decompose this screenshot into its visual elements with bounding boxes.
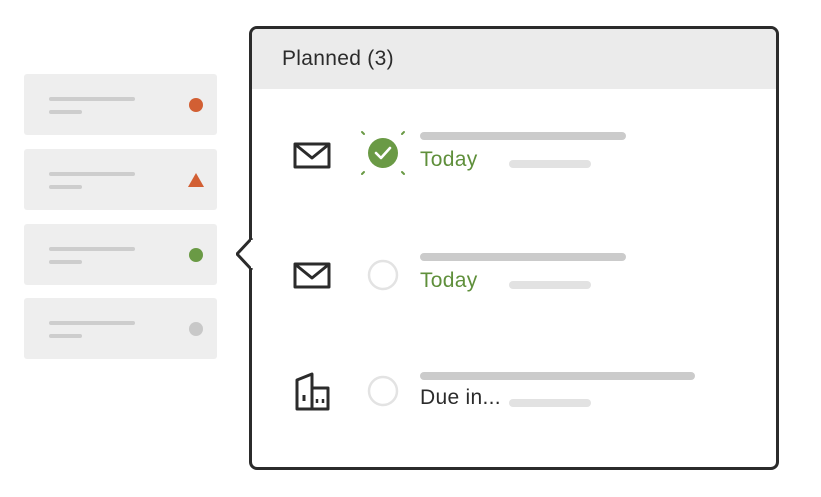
activity-detail-placeholder (509, 399, 591, 407)
placeholder-text-line (49, 172, 135, 176)
incomplete-check-icon[interactable] (353, 245, 413, 305)
no-activity-status-icon (188, 321, 204, 337)
activity-detail-placeholder (509, 281, 591, 289)
completed-check-icon[interactable] (353, 123, 413, 183)
list-card-selected[interactable] (24, 224, 217, 285)
mail-icon (293, 262, 331, 289)
activity-detail-placeholder (509, 160, 591, 168)
incomplete-check-icon[interactable] (353, 361, 413, 421)
placeholder-text-line (49, 321, 135, 325)
list-card[interactable] (24, 149, 217, 210)
planned-activities-popover: Planned (3) Today Today Due in... (249, 26, 779, 470)
warning-status-icon (188, 172, 204, 188)
planned-activities-illustration: Planned (3) Today Today Due in... (0, 0, 821, 497)
building-icon (295, 372, 330, 411)
due-date-label: Due in... (420, 386, 501, 409)
activity-row[interactable]: Today (252, 235, 776, 315)
placeholder-text-line (49, 97, 135, 101)
placeholder-text-line (49, 185, 82, 189)
popover-pointer (236, 236, 259, 272)
planned-status-icon[interactable] (188, 247, 204, 263)
overdue-status-icon (188, 97, 204, 113)
placeholder-text-line (49, 260, 82, 264)
activity-subject-placeholder (420, 372, 695, 380)
placeholder-text-line (49, 110, 82, 114)
activity-row[interactable]: Today (252, 114, 776, 194)
mail-icon (293, 142, 331, 169)
popover-title: Planned (3) (282, 47, 394, 70)
list-card[interactable] (24, 298, 217, 359)
activity-subject-placeholder (420, 253, 626, 261)
placeholder-text-line (49, 247, 135, 251)
due-date-label: Today (420, 269, 478, 292)
activity-row[interactable]: Due in... (252, 356, 776, 436)
list-card[interactable] (24, 74, 217, 135)
placeholder-text-line (49, 334, 82, 338)
popover-header: Planned (3) (252, 29, 776, 89)
activity-subject-placeholder (420, 132, 626, 140)
due-date-label: Today (420, 148, 478, 171)
